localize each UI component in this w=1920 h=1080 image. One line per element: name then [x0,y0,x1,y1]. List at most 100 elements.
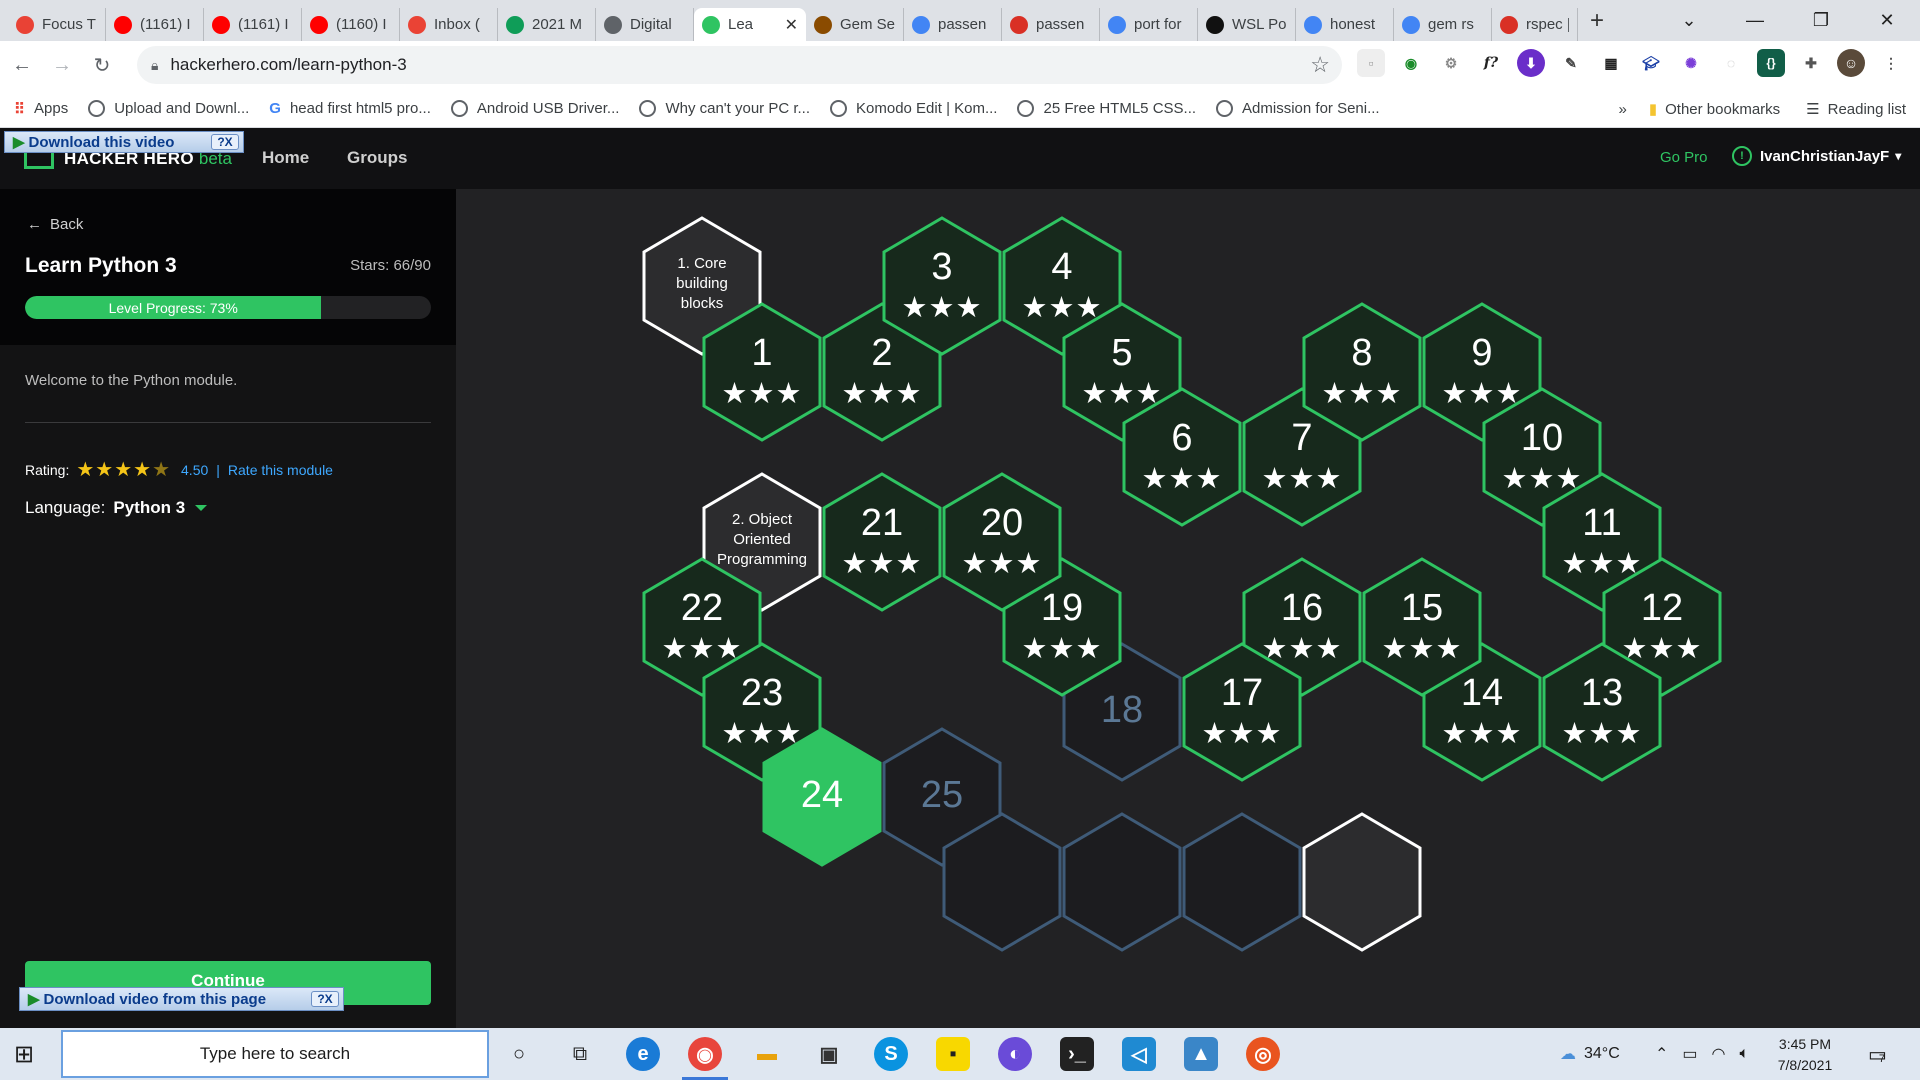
locked-hex[interactable] [1182,812,1302,952]
close-window-icon[interactable]: ✕ [1854,10,1920,31]
browser-tab[interactable]: Focus T [8,8,106,41]
user-menu[interactable]: ! IvanChristianJayF ▾ [1732,146,1901,166]
close-tab-icon[interactable]: ✕ [785,15,798,35]
windows-start-icon[interactable]: ⊞ [0,1028,48,1080]
extension-globe-icon[interactable]: ◉ [1397,49,1425,77]
download-video-label[interactable]: Download this video [29,134,175,151]
browser-tab[interactable]: Inbox ( [400,8,498,41]
browser-tab[interactable]: passen [904,8,1002,41]
lock-icon[interactable]: 🔒︎ [151,57,158,74]
browser-tab[interactable]: port for [1100,8,1198,41]
go-pro-link[interactable]: Go Pro [1660,149,1708,166]
tab-search-icon[interactable]: ⌄ [1656,10,1722,31]
bookmark-item[interactable]: Ghead first html5 pro... [269,100,431,117]
bookmark-item[interactable]: Admission for Seni... [1216,100,1380,117]
photos-icon[interactable]: ▲ [1184,1037,1218,1071]
level-hex-1[interactable]: 1 ★★★ [702,302,822,442]
level-hex-6[interactable]: 6 ★★★ [1122,387,1242,527]
download-page-video-label[interactable]: Download video from this page [44,991,267,1008]
chrome-icon[interactable]: ◉ [688,1037,722,1071]
extension-cap-icon[interactable]: 🎓︎ [1637,49,1665,77]
level-hex-17[interactable]: 17 ★★★ [1182,642,1302,782]
tray-chevron-icon[interactable]: ⌃ [1655,1044,1668,1064]
level-hex-8[interactable]: 8 ★★★ [1302,302,1422,442]
level-hex-3[interactable]: 3 ★★★ [882,216,1002,356]
extension-code-icon[interactable]: {} [1757,49,1785,77]
bookmark-item[interactable]: 25 Free HTML5 CSS... [1017,100,1196,117]
taskbar-search-input[interactable]: Type here to search [61,1030,489,1078]
level-hex-20[interactable]: 20 ★★★ [942,472,1062,612]
bookmark-item[interactable]: ⠿ Apps [14,100,68,118]
minimize-icon[interactable]: — [1722,10,1788,31]
terminal-icon[interactable]: ›_ [1060,1037,1094,1071]
browser-tab[interactable]: (1160) I [302,8,400,41]
bookmark-item[interactable]: Upload and Downl... [88,100,249,117]
back-arrow-icon[interactable]: ← [4,54,40,77]
file-explorer-icon[interactable]: ▬ [750,1037,784,1071]
extension-puzzle-badge-icon[interactable]: ✺ [1677,49,1705,77]
skype-icon[interactable]: S [874,1037,908,1071]
url-text[interactable]: hackerhero.com/learn-python-3 [170,55,406,75]
bookmark-item[interactable]: Android USB Driver... [450,100,619,117]
extension-download-icon[interactable]: ⬇ [1517,49,1545,77]
maximize-icon[interactable]: ❐ [1788,10,1854,31]
bookmark-item[interactable]: Komodo Edit | Kom... [830,100,997,117]
rate-module-link[interactable]: Rate this module [228,462,333,478]
browser-tab[interactable]: passen [1002,8,1100,41]
notifications-icon[interactable]: ▭ 7 [1868,1028,1887,1080]
back-link[interactable]: ← Back [27,216,83,233]
extensions-puzzle-icon[interactable]: ✚ [1797,49,1825,77]
weather[interactable]: ☁ 34°C [1560,1028,1620,1080]
extension-circle-icon[interactable]: ◌ [1717,49,1745,77]
download-video-bar[interactable]: ▶ Download this video ?X [4,131,244,153]
url-omnibox[interactable]: 🔒︎ hackerhero.com/learn-python-3 ☆ [137,46,1342,84]
level-hex-24[interactable]: 24 [762,727,882,867]
taskbar-clock[interactable]: 3:45 PM 7/8/2021 [1760,1034,1850,1076]
browser-tab[interactable]: 2021 M [498,8,596,41]
browser-tab[interactable]: Digital [596,8,694,41]
level-hex-13[interactable]: 13 ★★★ [1542,642,1662,782]
bookmark-star-icon[interactable]: ☆ [1310,52,1330,78]
browser-tab[interactable]: honest [1296,8,1394,41]
reading-list[interactable]: Reading list [1828,101,1906,118]
ubuntu-icon[interactable]: ◎ [1246,1037,1280,1071]
browser-tab[interactable]: Gem Se [806,8,904,41]
extension-grid-icon[interactable]: ▦ [1597,49,1625,77]
sticky-notes-icon[interactable]: ▪ [936,1037,970,1071]
vscode-icon[interactable]: ◁ [1122,1037,1156,1071]
cortana-icon[interactable]: ○ [502,1037,536,1071]
extension-gear-icon[interactable]: ⚙ [1437,49,1465,77]
extension-font-icon[interactable]: f? [1477,49,1505,77]
level-hex-21[interactable]: 21 ★★★ [822,472,942,612]
level-hex-15[interactable]: 15 ★★★ [1362,557,1482,697]
section-hex[interactable] [1302,812,1422,952]
profile-avatar-icon[interactable]: ☺ [1837,49,1865,77]
messenger-icon[interactable]: ◐ [998,1037,1032,1071]
browser-tab[interactable]: Lea ✕ [694,8,806,41]
extension-eyedropper-icon[interactable]: ✎ [1557,49,1585,77]
bookmark-item[interactable]: Why can't your PC r... [639,100,810,117]
language-select[interactable]: Language: Python 3 [25,498,208,518]
nav-home[interactable]: Home [262,148,309,168]
browser-tab[interactable]: WSL Po [1198,8,1296,41]
menu-dots-icon[interactable]: ⋮ [1877,49,1905,77]
store-icon[interactable]: ▣ [812,1037,846,1071]
browser-tab[interactable]: (1161) I [106,8,204,41]
battery-icon[interactable]: ▭ [1682,1044,1697,1064]
forward-arrow-icon[interactable]: → [44,54,80,77]
download-page-video-bar[interactable]: ▶ Download video from this page ?X [19,987,344,1011]
locked-hex[interactable] [942,812,1062,952]
other-bookmarks[interactable]: Other bookmarks [1665,101,1780,118]
downloader-help-close[interactable]: ?X [211,134,239,150]
browser-tab[interactable]: gem rs [1394,8,1492,41]
new-tab-icon[interactable]: + [1590,7,1604,35]
locked-hex[interactable] [1062,812,1182,952]
browser-tab[interactable]: (1161) I [204,8,302,41]
downloader-help-close[interactable]: ?X [311,991,339,1007]
edge-icon[interactable]: e [626,1037,660,1071]
reload-icon[interactable]: ↻ [84,53,120,78]
browser-tab[interactable]: rspec | [1492,8,1578,41]
nav-groups[interactable]: Groups [347,148,407,168]
bookmarks-overflow-icon[interactable]: » [1619,101,1627,118]
extension-blank-icon[interactable]: ▫ [1357,49,1385,77]
